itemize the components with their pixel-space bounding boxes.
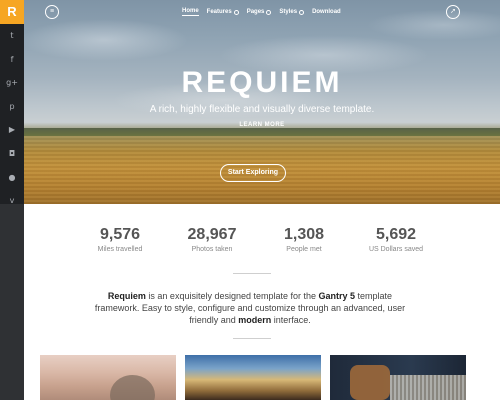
stat-label: Miles travelled <box>97 246 143 253</box>
dropdown-indicator-icon <box>299 9 305 15</box>
nav-item-home[interactable]: Home <box>182 8 199 16</box>
stat-label: Photos taken <box>191 246 233 253</box>
brand-name: Requiem <box>107 291 146 301</box>
learn-more-link[interactable]: LEARN MORE <box>24 122 500 128</box>
hero-title: REQUIEM <box>181 66 343 99</box>
gantry-name: Gantry 5 <box>318 291 356 301</box>
nav-item-label: Styles <box>279 9 298 15</box>
hero-section: ≡ Home Features Pages Styles Download ➚ … <box>24 0 500 204</box>
instagram-icon[interactable]: ◘ <box>0 146 24 162</box>
nav-item-download[interactable]: Download <box>312 8 341 16</box>
stat-photos: 28,967 Photos taken <box>172 226 252 253</box>
intro-text-part: interface. <box>271 315 311 325</box>
image-card-portrait[interactable] <box>40 355 176 400</box>
image-card-still-life[interactable] <box>330 355 466 400</box>
nav-item-label: Features <box>206 9 232 15</box>
nav-item-label: Home <box>182 8 199 14</box>
stat-value: 1,308 <box>283 226 325 243</box>
stat-value: 5,692 <box>375 226 417 243</box>
nav-item-label: Pages <box>246 9 265 15</box>
nav-item-label: Download <box>312 9 341 15</box>
stats-row: 9,576 Miles travelled 28,967 Photos take… <box>80 226 436 253</box>
image-card-landscape[interactable] <box>185 355 321 400</box>
stat-miles: 9,576 Miles travelled <box>80 226 160 253</box>
stat-label: US Dollars saved <box>368 246 424 253</box>
stat-label: People met <box>286 246 322 253</box>
flickr-icon[interactable]: ● <box>0 170 24 186</box>
section-divider <box>233 273 271 274</box>
google-plus-icon[interactable]: g+ <box>0 75 24 91</box>
start-exploring-button[interactable]: Start Exploring <box>220 164 286 182</box>
stat-dollars: 5,692 US Dollars saved <box>356 226 436 253</box>
hero-subtitle: A rich, highly flexible and visually div… <box>149 104 375 115</box>
section-divider <box>233 338 271 339</box>
nav-item-features[interactable]: Features <box>207 8 239 16</box>
facebook-icon[interactable]: f <box>0 52 24 68</box>
site-logo[interactable]: R <box>0 0 24 24</box>
modern-word: modern <box>238 315 272 325</box>
stat-value: 28,967 <box>187 226 237 243</box>
youtube-icon[interactable]: ▶ <box>0 122 24 138</box>
nav-item-styles[interactable]: Styles <box>279 8 305 16</box>
intro-text: Requiem is an exquisitely designed templ… <box>90 290 410 326</box>
vine-icon[interactable]: v <box>0 193 24 209</box>
hero-treeline <box>24 128 500 136</box>
stat-people: 1,308 People met <box>264 226 344 253</box>
intro-text-part: is an exquisitely designed template for … <box>145 291 319 301</box>
nav-item-pages[interactable]: Pages <box>247 8 272 16</box>
dropdown-indicator-icon <box>266 9 272 15</box>
main-nav: Home Features Pages Styles Download <box>182 8 341 16</box>
menu-circle-icon[interactable]: ≡ <box>45 5 59 19</box>
stat-value: 9,576 <box>99 226 141 243</box>
pinterest-icon[interactable]: p <box>0 99 24 115</box>
rocket-icon[interactable]: ➚ <box>446 5 460 19</box>
social-sidebar: R t f g+ p ▶ ◘ ● v <box>0 0 24 400</box>
dropdown-indicator-icon <box>233 9 239 15</box>
twitter-icon[interactable]: t <box>0 28 24 44</box>
